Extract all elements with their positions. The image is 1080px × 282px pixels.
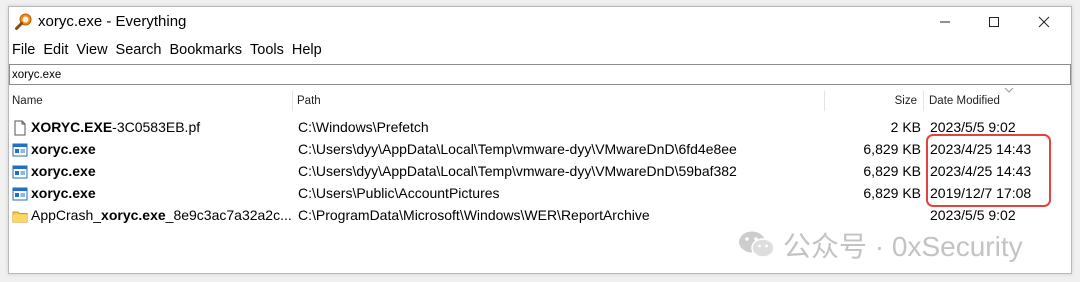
file-name: XORYC.EXE-3C0583EB.pf	[31, 119, 201, 135]
menu-file[interactable]: File	[9, 40, 39, 60]
file-path: C:\ProgramData\Microsoft\Windows\WER\Rep…	[298, 207, 650, 223]
menu-tools[interactable]: Tools	[246, 40, 288, 60]
table-row[interactable]: xoryc.exe C:\Users\dyy\AppData\Local\Tem…	[9, 139, 1071, 161]
column-header-name[interactable]: Name	[12, 95, 43, 107]
title-bar: xoryc.exe - Everything	[9, 7, 1071, 37]
close-button[interactable]	[1017, 7, 1071, 37]
maximize-icon	[989, 17, 999, 27]
column-header-date[interactable]: Date Modified	[929, 95, 1000, 107]
watermark: 公众号 · 0xSecurity	[737, 225, 1023, 265]
highlight-annotation	[926, 134, 1051, 207]
maximize-button[interactable]	[967, 7, 1021, 37]
file-size: 6,829 KB	[863, 163, 921, 179]
everything-window: xoryc.exe - Everything File Edit View Se…	[8, 6, 1072, 274]
file-name: xoryc.exe	[31, 141, 96, 157]
search-input[interactable]	[10, 65, 1070, 85]
table-row[interactable]: AppCrash_xoryc.exe_8e9c3ac7a32a2c... C:\…	[9, 205, 1071, 227]
column-divider[interactable]	[923, 91, 924, 111]
file-icon	[14, 120, 26, 136]
table-row[interactable]: XORYC.EXE-3C0583EB.pf C:\Windows\Prefetc…	[9, 117, 1071, 139]
file-path: C:\Users\Public\AccountPictures	[298, 185, 500, 201]
file-size: 2 KB	[890, 119, 921, 135]
exe-icon	[12, 165, 28, 179]
file-size: 6,829 KB	[863, 141, 921, 157]
column-header-path[interactable]: Path	[297, 95, 321, 107]
menu-view[interactable]: View	[72, 40, 111, 60]
file-date-modified: 2023/5/5 9:02	[930, 207, 1016, 223]
results-header: Name Path Size Date Modified	[9, 87, 1071, 111]
minimize-icon	[940, 21, 950, 23]
column-header-size[interactable]: Size	[895, 95, 917, 107]
search-box	[9, 64, 1071, 85]
column-divider[interactable]	[292, 91, 293, 111]
menu-help[interactable]: Help	[288, 40, 326, 60]
file-size: 6,829 KB	[863, 185, 921, 201]
column-divider[interactable]	[824, 91, 825, 111]
exe-icon	[12, 143, 28, 157]
file-date-modified: 2023/5/5 9:02	[930, 119, 1016, 135]
menu-bar: File Edit View Search Bookmarks Tools He…	[9, 39, 326, 61]
menu-edit[interactable]: Edit	[39, 40, 72, 60]
window-title: xoryc.exe - Everything	[38, 13, 187, 30]
close-icon	[1038, 16, 1050, 28]
menu-bookmarks[interactable]: Bookmarks	[166, 40, 247, 60]
table-row[interactable]: xoryc.exe C:\Users\Public\AccountPicture…	[9, 183, 1071, 205]
file-path: C:\Windows\Prefetch	[298, 119, 429, 135]
file-name: xoryc.exe	[31, 163, 96, 179]
folder-icon	[12, 211, 28, 223]
file-name: AppCrash_xoryc.exe_8e9c3ac7a32a2c...	[31, 207, 292, 223]
magnifier-app-icon	[15, 13, 32, 30]
watermark-text: 公众号 · 0xSecurity	[783, 231, 1023, 262]
file-path: C:\Users\dyy\AppData\Local\Temp\vmware-d…	[298, 141, 737, 157]
file-path: C:\Users\dyy\AppData\Local\Temp\vmware-d…	[298, 163, 737, 179]
menu-search[interactable]: Search	[112, 40, 166, 60]
exe-icon	[12, 187, 28, 201]
table-row[interactable]: xoryc.exe C:\Users\dyy\AppData\Local\Tem…	[9, 161, 1071, 183]
wechat-icon	[739, 231, 775, 258]
file-name: xoryc.exe	[31, 185, 96, 201]
sort-chevron-icon	[1004, 87, 1014, 93]
minimize-button[interactable]	[918, 7, 972, 37]
